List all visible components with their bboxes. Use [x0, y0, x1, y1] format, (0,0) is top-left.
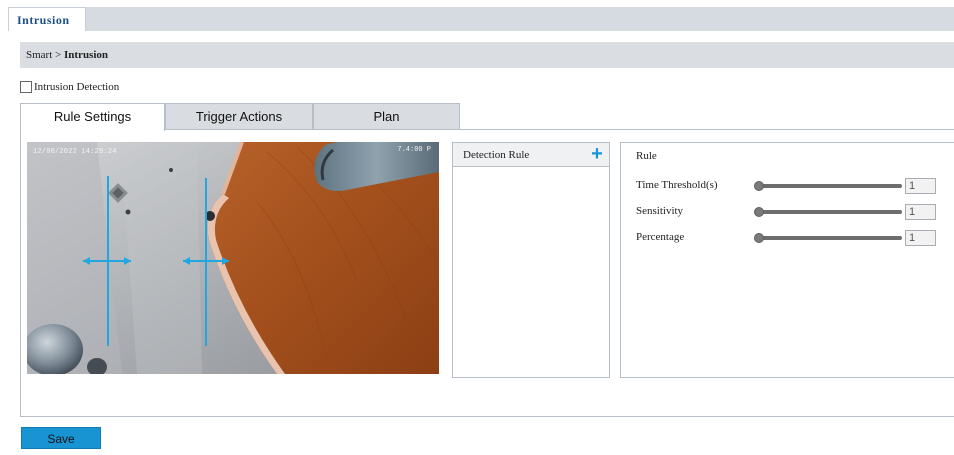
breadcrumb-parent[interactable]: Smart — [26, 49, 52, 61]
slider-thumb[interactable] — [754, 207, 764, 217]
intrusion-detection-label: Intrusion Detection — [34, 81, 120, 93]
slider-thumb[interactable] — [754, 233, 764, 243]
tab-rule-settings[interactable]: Rule Settings — [20, 103, 165, 131]
breadcrumb: Smart > Intrusion — [20, 42, 954, 68]
video-frame-image — [27, 142, 439, 374]
sensitivity-label: Sensitivity — [636, 205, 684, 217]
top-tab-bar: Intrusion — [8, 7, 954, 31]
percentage-label: Percentage — [636, 231, 685, 243]
plus-icon[interactable]: + — [589, 144, 605, 164]
breadcrumb-current: Intrusion — [64, 49, 109, 61]
percentage-value[interactable]: 1 — [905, 230, 936, 246]
time-threshold-value[interactable]: 1 — [905, 178, 936, 194]
video-timestamp: 12/06/2022 14:29:24 — [33, 148, 117, 156]
slider-track — [758, 210, 902, 214]
percentage-slider[interactable] — [754, 233, 902, 243]
sensitivity-row: Sensitivity 1 — [636, 204, 954, 220]
detection-rule-title: Detection Rule — [463, 149, 530, 161]
time-threshold-slider[interactable] — [754, 181, 902, 191]
sensitivity-value[interactable]: 1 — [905, 204, 936, 220]
detection-rule-list: Detection Rule + — [452, 142, 610, 378]
rule-title: Rule — [636, 150, 657, 162]
percentage-row: Percentage 1 — [636, 230, 954, 246]
save-button[interactable]: Save — [21, 427, 101, 449]
slider-track — [758, 236, 902, 240]
tab-intrusion[interactable]: Intrusion — [8, 7, 86, 31]
breadcrumb-separator: > — [55, 49, 62, 61]
rule-parameter-panel: Rule Time Threshold(s) 1 Sensitivity 1 P… — [620, 142, 954, 378]
slider-track — [758, 184, 902, 188]
live-video-preview[interactable]: 12/06/2022 14:29:24 7.4:00 P — [27, 142, 439, 374]
time-threshold-row: Time Threshold(s) 1 — [636, 178, 954, 194]
video-osd-text: 7.4:00 P — [397, 146, 431, 154]
slider-thumb[interactable] — [754, 181, 764, 191]
intrusion-detection-checkbox[interactable] — [20, 81, 32, 93]
tab-plan[interactable]: Plan — [313, 103, 460, 130]
detection-rule-header: Detection Rule + — [453, 143, 609, 167]
time-threshold-label: Time Threshold(s) — [636, 179, 718, 191]
intrusion-detection-toggle[interactable]: Intrusion Detection — [20, 80, 119, 94]
sensitivity-slider[interactable] — [754, 207, 902, 217]
tab-trigger-actions[interactable]: Trigger Actions — [165, 103, 313, 130]
